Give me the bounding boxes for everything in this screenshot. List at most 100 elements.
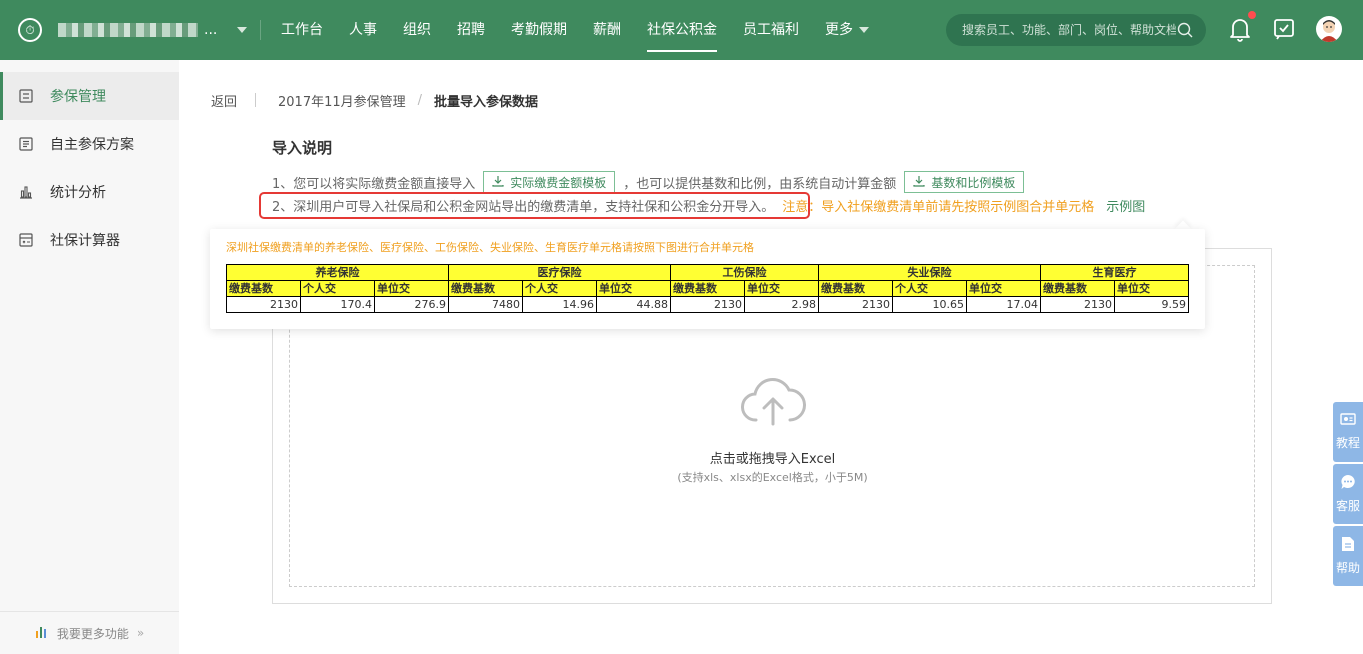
table-column-header: 单位交 xyxy=(374,280,449,297)
back-link[interactable]: 返回 xyxy=(211,91,237,110)
insurance-doc-icon xyxy=(18,88,34,104)
nav-benefits[interactable]: 员工福利 xyxy=(730,0,812,60)
table-column-header: 个人交 xyxy=(300,280,375,297)
table-group-header: 医疗保险 xyxy=(448,264,671,281)
table-column-header: 缴费基数 xyxy=(226,280,301,297)
upload-format-hint: (支持xls、xlsx的Excel格式，小于5M) xyxy=(677,471,868,484)
table-group-header: 工伤保险 xyxy=(670,264,819,281)
table-cell: 14.96 xyxy=(522,296,597,313)
document-icon xyxy=(1341,536,1355,555)
breadcrumb-current: 批量导入参保数据 xyxy=(434,94,539,110)
company-name-redacted xyxy=(58,23,198,37)
chevron-down-icon xyxy=(859,27,869,33)
table-column-header: 缴费基数 xyxy=(1040,280,1115,297)
tutorial-icon xyxy=(1340,413,1356,430)
nav-more-label: 更多 xyxy=(825,22,853,38)
table-cell: 9.59 xyxy=(1114,296,1189,313)
sidebar-item-enrollment[interactable]: 参保管理 xyxy=(0,72,179,120)
sidebar-item-calculator[interactable]: 社保计算器 xyxy=(0,216,179,264)
breadcrumb: 返回 2017年11月参保管理 / 批量导入参保数据 xyxy=(211,90,538,110)
instruction-line-1: 1、您可以将实际缴费金额直接导入 实际缴费金额模板 ，也可以提供基数和比例，由系… xyxy=(272,170,1032,194)
help-button[interactable]: 帮助 xyxy=(1333,526,1363,586)
nav-attendance[interactable]: 考勤假期 xyxy=(498,0,580,60)
main-nav: 工作台 人事 组织 招聘 考勤假期 薪酬 社保公积金 员工福利 更多 xyxy=(268,0,882,60)
table-cell: 2130 xyxy=(670,296,745,313)
divider xyxy=(260,20,261,40)
nav-organization[interactable]: 组织 xyxy=(390,0,444,60)
table-cell: 170.4 xyxy=(300,296,375,313)
table-cell: 2130 xyxy=(1040,296,1115,313)
more-features-label: 我要更多功能 xyxy=(56,626,129,641)
company-switcher[interactable]: ... xyxy=(58,20,248,40)
bar-chart-icon xyxy=(35,626,49,641)
nav-more[interactable]: 更多 xyxy=(812,0,882,60)
table-column-header: 单位交 xyxy=(966,280,1041,297)
table-group-header: 养老保险 xyxy=(226,264,449,281)
more-features-link[interactable]: 我要更多功能 » xyxy=(0,611,179,654)
divider xyxy=(255,93,257,107)
sidebar-item-label: 社保计算器 xyxy=(50,233,120,249)
top-navigation-bar: ⏱ ... 工作台 人事 组织 招聘 考勤假期 薪酬 社保公积金 员工福利 更多 xyxy=(0,0,1363,60)
sidebar: 参保管理 自主参保方案 统计分析 社保计算器 我要更多功能 » xyxy=(0,60,179,654)
breadcrumb-parent[interactable]: 2017年11月参保管理 xyxy=(278,91,406,110)
table-cell: 44.88 xyxy=(596,296,671,313)
example-table: 养老保险 医疗保险 工伤保险 失业保险 生育医疗 缴费基数 个人交 单位交 缴费… xyxy=(226,264,1189,313)
table-column-header: 单位交 xyxy=(596,280,671,297)
sidebar-item-statistics[interactable]: 统计分析 xyxy=(0,168,179,216)
global-search[interactable] xyxy=(946,14,1206,46)
example-image-link[interactable]: 示例图 xyxy=(1106,196,1145,215)
double-chevron-right-icon: » xyxy=(136,626,145,640)
section-title: 导入说明 xyxy=(272,139,333,157)
customer-service-label: 客服 xyxy=(1335,499,1360,513)
button-label: 实际缴费金额模板 xyxy=(510,175,607,190)
sidebar-item-label: 参保管理 xyxy=(50,89,106,105)
plan-list-icon xyxy=(18,136,34,152)
download-ratio-template-button[interactable]: 基数和比例模板 xyxy=(904,171,1025,193)
instruction-text: ，也可以提供基数和比例，由系统自动计算金额 xyxy=(623,176,897,192)
table-column-header: 缴费基数 xyxy=(448,280,523,297)
nav-workbench[interactable]: 工作台 xyxy=(268,0,336,60)
example-popover: 深圳社保缴费清单的养老保险、医疗保险、工伤保险、失业保险、生育医疗单元格请按照下… xyxy=(210,229,1205,329)
sidebar-item-custom-plan[interactable]: 自主参保方案 xyxy=(0,120,179,168)
table-column-header: 缴费基数 xyxy=(818,280,893,297)
button-label: 基数和比例模板 xyxy=(931,175,1016,190)
chat-bubble-icon xyxy=(1340,474,1356,493)
nav-payroll[interactable]: 薪酬 xyxy=(580,0,634,60)
table-cell: 17.04 xyxy=(966,296,1041,313)
tutorial-label: 教程 xyxy=(1335,436,1360,450)
download-icon xyxy=(492,175,504,190)
chevron-down-icon xyxy=(237,27,248,33)
instruction-text: 1、您可以将实际缴费金额直接导入 xyxy=(272,176,476,192)
customer-service-button[interactable]: 客服 xyxy=(1333,464,1363,524)
table-cell: 2130 xyxy=(226,296,301,313)
search-input[interactable] xyxy=(962,23,1176,37)
nav-social-security[interactable]: 社保公积金 xyxy=(634,0,730,60)
approval-icon[interactable] xyxy=(1272,17,1296,41)
nav-recruitment[interactable]: 招聘 xyxy=(444,0,498,60)
highlight-annotation xyxy=(259,192,810,219)
table-cell: 7480 xyxy=(448,296,523,313)
table-cell: 276.9 xyxy=(374,296,449,313)
table-cell: 10.65 xyxy=(892,296,967,313)
table-cell: 2130 xyxy=(818,296,893,313)
bell-icon[interactable] xyxy=(1228,16,1252,42)
search-icon[interactable] xyxy=(1176,21,1194,39)
nav-hr[interactable]: 人事 xyxy=(336,0,390,60)
sidebar-item-label: 统计分析 xyxy=(50,185,106,201)
table-column-header: 单位交 xyxy=(1114,280,1189,297)
company-name-ellipsis: ... xyxy=(204,22,218,38)
help-label: 帮助 xyxy=(1335,561,1360,575)
user-avatar[interactable] xyxy=(1316,16,1342,42)
table-column-header: 个人交 xyxy=(522,280,597,297)
download-actual-template-button[interactable]: 实际缴费金额模板 xyxy=(483,171,616,193)
tutorial-button[interactable]: 教程 xyxy=(1333,402,1363,462)
breadcrumb-separator: / xyxy=(417,92,423,108)
bar-chart-icon xyxy=(18,184,34,200)
app-logo-icon[interactable]: ⏱ xyxy=(18,18,42,42)
table-group-header: 失业保险 xyxy=(818,264,1041,281)
table-row: 2130 170.4 276.9 7480 14.96 44.88 2130 2… xyxy=(226,296,1189,313)
table-column-header: 单位交 xyxy=(744,280,819,297)
sidebar-item-label: 自主参保方案 xyxy=(50,137,134,153)
table-column-header: 缴费基数 xyxy=(670,280,745,297)
cloud-upload-icon xyxy=(740,376,806,428)
